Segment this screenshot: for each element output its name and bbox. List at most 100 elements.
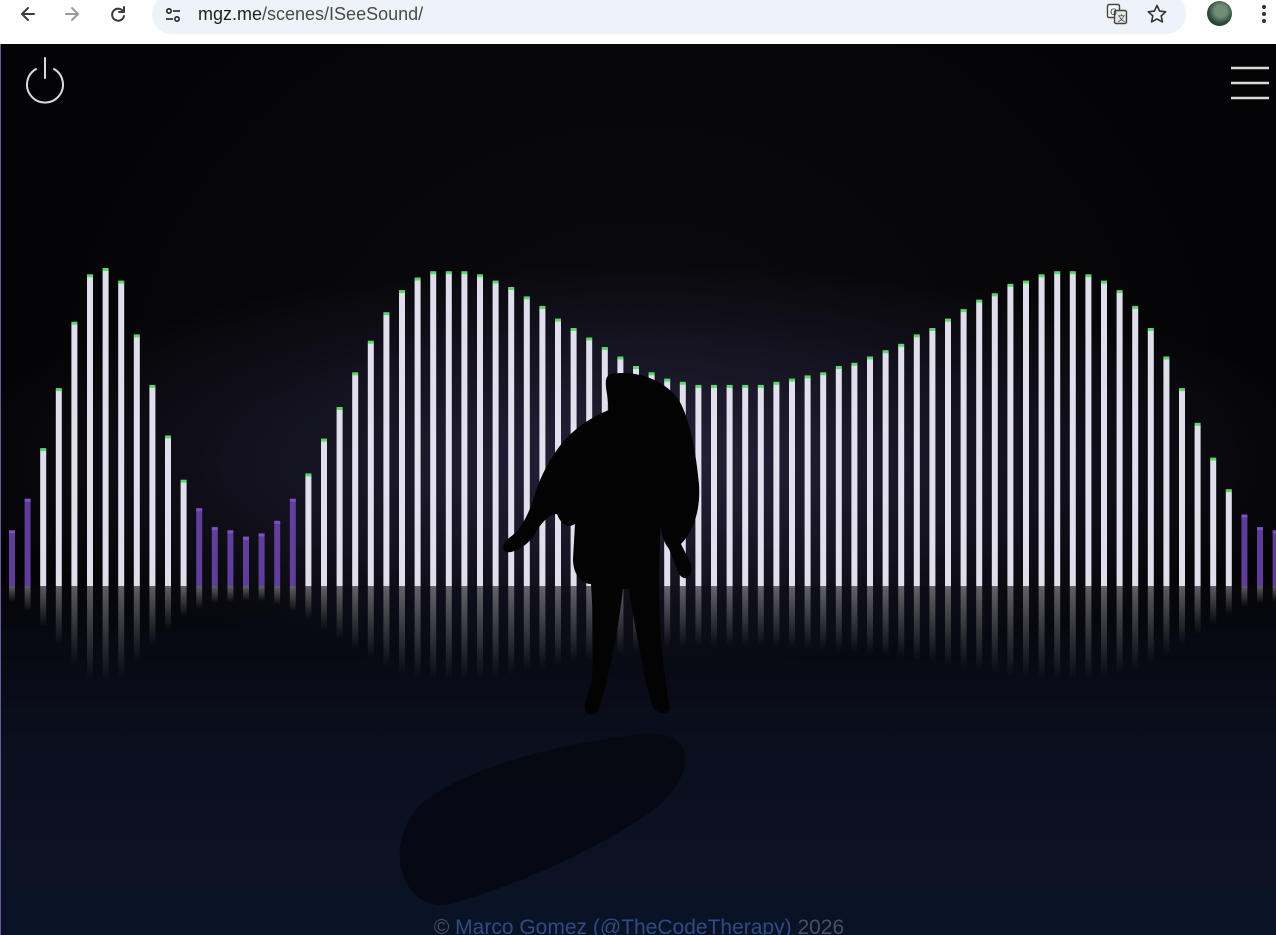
- equalizer-bar: [1116, 292, 1123, 586]
- equalizer-bar-tip: [1101, 280, 1107, 284]
- equalizer-bar-reflection: [960, 586, 967, 669]
- equalizer-bar-tip: [461, 271, 468, 275]
- reload-button[interactable]: [106, 2, 130, 26]
- equalizer-bar-tip: [1069, 271, 1076, 275]
- equalizer-bar-reflection: [1241, 586, 1248, 607]
- menu-button[interactable]: [1229, 66, 1269, 102]
- equalizer-bar-tip: [633, 366, 639, 369]
- equalizer-bar-tip: [523, 296, 530, 300]
- equalizer-bar-reflection: [664, 586, 671, 648]
- arrow-right-icon: [65, 7, 79, 21]
- equalizer-bar-reflection: [289, 586, 296, 612]
- equalizer-bar-reflection: [1210, 586, 1217, 624]
- equalizer-bar-reflection: [1163, 586, 1170, 655]
- bookmark-button[interactable]: [1145, 2, 1169, 26]
- equalizer-bar: [492, 282, 499, 586]
- equalizer-bar-reflection: [570, 586, 577, 663]
- equalizer-bar-reflection: [445, 586, 452, 680]
- equalizer-bar: [960, 311, 967, 586]
- equalizer-bar: [1085, 276, 1092, 586]
- equalizer-bar: [227, 532, 234, 586]
- equalizer-bar-reflection: [867, 586, 873, 655]
- back-button[interactable]: [16, 2, 40, 26]
- equalizer-bar: [1069, 273, 1076, 586]
- equalizer-bar: [1179, 390, 1185, 586]
- forward-button[interactable]: [60, 2, 84, 26]
- translate-icon: G 文: [1106, 3, 1128, 25]
- equalizer-bar-tip: [648, 372, 655, 376]
- equalizer-bar-tip: [991, 293, 998, 297]
- author-link[interactable]: Marco Gomez (@TheCodeTherapy): [455, 916, 791, 935]
- equalizer-bar-reflection: [757, 586, 764, 646]
- equalizer-bar-reflection: [789, 586, 795, 648]
- equalizer-bar-tip: [71, 321, 78, 325]
- equalizer-bar: [321, 440, 327, 586]
- equalizer-bar-reflection: [1101, 586, 1107, 677]
- equalizer-bar-tip: [321, 438, 327, 442]
- equalizer-bar-reflection: [180, 586, 187, 618]
- equalizer-bar-tip: [742, 384, 749, 388]
- equalizer-bar-tip: [133, 334, 140, 338]
- profile-avatar[interactable]: [1207, 1, 1232, 26]
- equalizer-bar-tip: [898, 343, 905, 347]
- equalizer-bar-tip: [87, 274, 93, 278]
- equalizer-bar-tip: [929, 328, 936, 331]
- audio-visualizer-canvas[interactable]: [1, 44, 1276, 935]
- copyright-symbol: ©: [433, 916, 450, 935]
- equalizer-bar-tip: [976, 299, 983, 303]
- equalizer-bar-tip: [960, 309, 967, 313]
- equalizer-bar-reflection: [898, 586, 905, 658]
- equalizer-bar: [352, 374, 359, 586]
- web-page-viewport: © Marco Gomez (@TheCodeTherapy) 2026: [0, 44, 1276, 935]
- equalizer-bar-reflection: [258, 586, 265, 602]
- equalizer-bar: [898, 345, 905, 586]
- equalizer-bar-tip: [1163, 356, 1170, 360]
- equalizer-bar-tip: [1179, 388, 1185, 392]
- url-text[interactable]: mgz.me/scenes/ISeeSound/: [198, 4, 423, 24]
- equalizer-bar-reflection: [336, 586, 343, 640]
- power-button[interactable]: [21, 56, 69, 104]
- equalizer-bar-reflection: [1225, 586, 1232, 615]
- equalizer-bar: [336, 409, 343, 586]
- equalizer-bar-reflection: [430, 586, 437, 680]
- equalizer-bar-tip: [867, 356, 873, 360]
- equalizer-bar-reflection: [1007, 586, 1014, 677]
- equalizer-bar: [71, 323, 78, 586]
- equalizer-bar-tip: [1147, 328, 1154, 331]
- site-info-button[interactable]: [162, 4, 184, 26]
- equalizer-bar-reflection: [1257, 586, 1263, 604]
- equalizer-bar-reflection: [711, 586, 717, 646]
- equalizer-bar-tip: [1225, 489, 1232, 493]
- equalizer-bar-tip: [40, 448, 47, 452]
- equalizer-bar-tip: [274, 520, 281, 524]
- equalizer-bar-reflection: [929, 586, 936, 663]
- equalizer-bar-tip: [336, 407, 343, 410]
- equalizer-bar: [55, 390, 62, 586]
- equalizer-bar-tip: [1023, 280, 1029, 284]
- equalizer-bar-reflection: [508, 586, 515, 676]
- equalizer-bar-reflection: [414, 586, 421, 678]
- equalizer-bar-reflection: [1069, 586, 1076, 680]
- equalizer-bar: [461, 273, 468, 586]
- equalizer-bar-tip: [835, 366, 842, 369]
- equalizer-bar: [773, 383, 780, 586]
- equalizer-bar-reflection: [882, 586, 889, 657]
- address-bar[interactable]: mgz.me/scenes/ISeeSound/ G 文: [152, 0, 1186, 34]
- equalizer-bar-tip: [1257, 527, 1263, 531]
- equalizer-bar: [211, 529, 218, 586]
- equalizer-bar-tip: [508, 287, 515, 290]
- equalizer-bar-tip: [1116, 290, 1123, 294]
- equalizer-bar-reflection: [726, 586, 733, 646]
- equalizer-bar-reflection: [149, 586, 156, 646]
- browser-menu-button[interactable]: [1254, 2, 1274, 26]
- translate-button[interactable]: G 文: [1105, 2, 1129, 26]
- equalizer-bar-reflection: [9, 586, 15, 603]
- equalizer-bar-tip: [24, 498, 31, 502]
- equalizer-bar-reflection: [243, 586, 249, 601]
- equalizer-bar-tip: [9, 530, 15, 534]
- equalizer-bar-reflection: [477, 586, 483, 679]
- equalizer-bar: [1038, 276, 1045, 586]
- equalizer-bar: [1132, 307, 1139, 586]
- equalizer-bar: [929, 330, 936, 586]
- equalizer-bar: [180, 481, 187, 586]
